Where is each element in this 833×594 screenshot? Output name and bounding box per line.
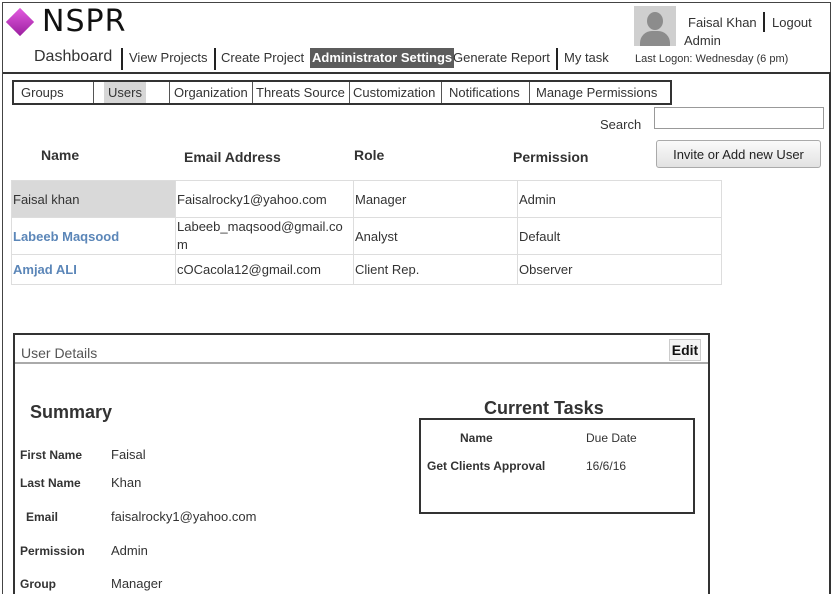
column-header-permission: Permission [513, 149, 589, 165]
tab-manage-permissions[interactable]: Manage Permissions [530, 82, 670, 103]
task-name[interactable]: Get Clients Approval [427, 459, 545, 473]
column-header-role: Role [354, 147, 385, 163]
user-email-cell: Labeeb_maqsood@gmail.com [175, 217, 354, 255]
user-role-cell: Analyst [353, 217, 518, 255]
nav-separator [214, 48, 216, 70]
first-name-label: First Name [20, 448, 83, 462]
tab-groups[interactable]: Groups [14, 82, 94, 103]
user-permission-cell: Observer [517, 254, 722, 285]
user-email-cell: cOCacola12@gmail.com [175, 254, 354, 285]
logout-link[interactable]: Logout [772, 15, 812, 30]
invite-add-user-button[interactable]: Invite or Add new User [656, 140, 821, 168]
column-header-email: Email Address [184, 149, 281, 165]
last-logon: Last Logon: Wednesday (6 pm) [635, 53, 789, 65]
user-name-link[interactable]: Amjad ALI [11, 254, 176, 285]
nav-my-task[interactable]: My task [564, 48, 609, 68]
group-value: Manager [111, 576, 163, 591]
user-details-title: User Details [21, 345, 98, 361]
tab-organization[interactable]: Organization [170, 82, 253, 103]
nav-administrator-settings[interactable]: Administrator Settings [310, 48, 455, 68]
tab-customization[interactable]: Customization [350, 82, 442, 103]
user-role-cell: Manager [353, 180, 518, 218]
tab-threats-source[interactable]: Threats Source [253, 82, 350, 103]
user-email-cell: Faisalrocky1@yahoo.com [175, 180, 354, 218]
edit-button[interactable]: Edit [669, 339, 701, 361]
summary-heading: Summary [30, 402, 113, 422]
email-label: Email [26, 510, 59, 524]
last-name-value: Khan [111, 475, 142, 490]
email-value: faisalrocky1@yahoo.com [111, 509, 257, 524]
permission-value: Admin [111, 543, 148, 558]
user-name-cell[interactable]: Faisal khan [11, 180, 176, 218]
user-name: Faisal Khan [688, 15, 757, 30]
tab-users[interactable]: Users [94, 82, 170, 103]
user-role: Admin [684, 33, 721, 48]
search-input[interactable] [654, 107, 824, 129]
table-row[interactable]: Labeeb Maqsood Labeeb_maqsood@gmail.com … [11, 217, 722, 255]
user-permission-cell: Admin [517, 180, 722, 218]
tab-notifications[interactable]: Notifications [442, 82, 530, 103]
nav-separator [556, 48, 558, 70]
first-name-value: Faisal [111, 447, 146, 462]
table-row[interactable]: Faisal khan Faisalrocky1@yahoo.com Manag… [11, 180, 722, 218]
user-role-cell: Client Rep. [353, 254, 518, 285]
avatar[interactable] [634, 6, 676, 46]
user-permission-cell: Default [517, 217, 722, 255]
permission-label: Permission [20, 544, 85, 558]
tasks-header-due: Due Date [586, 431, 637, 445]
settings-tabs: Groups Users Organization Threats Source… [12, 80, 672, 105]
last-name-label: Last Name [20, 476, 81, 490]
search-label: Search [600, 117, 642, 132]
nav-create-project[interactable]: Create Project [221, 48, 304, 68]
divider [15, 362, 708, 364]
task-due-date: 16/6/16 [586, 459, 627, 473]
nav-generate-report[interactable]: Generate Report [453, 48, 550, 68]
users-table: Faisal khan Faisalrocky1@yahoo.com Manag… [11, 180, 722, 285]
logo-text: NSPR [42, 4, 127, 39]
nav-view-projects[interactable]: View Projects [129, 48, 208, 68]
user-name-link[interactable]: Labeeb Maqsood [11, 217, 176, 255]
nav-dashboard[interactable]: Dashboard [34, 47, 112, 67]
current-tasks-heading: Current Tasks [484, 398, 604, 418]
tasks-header-name: Name [460, 431, 493, 445]
group-label: Group [20, 577, 56, 591]
column-header-name: Name [41, 147, 80, 163]
nav-separator [121, 48, 123, 70]
table-row[interactable]: Amjad ALI cOCacola12@gmail.com Client Re… [11, 254, 722, 285]
user-separator [763, 12, 765, 32]
